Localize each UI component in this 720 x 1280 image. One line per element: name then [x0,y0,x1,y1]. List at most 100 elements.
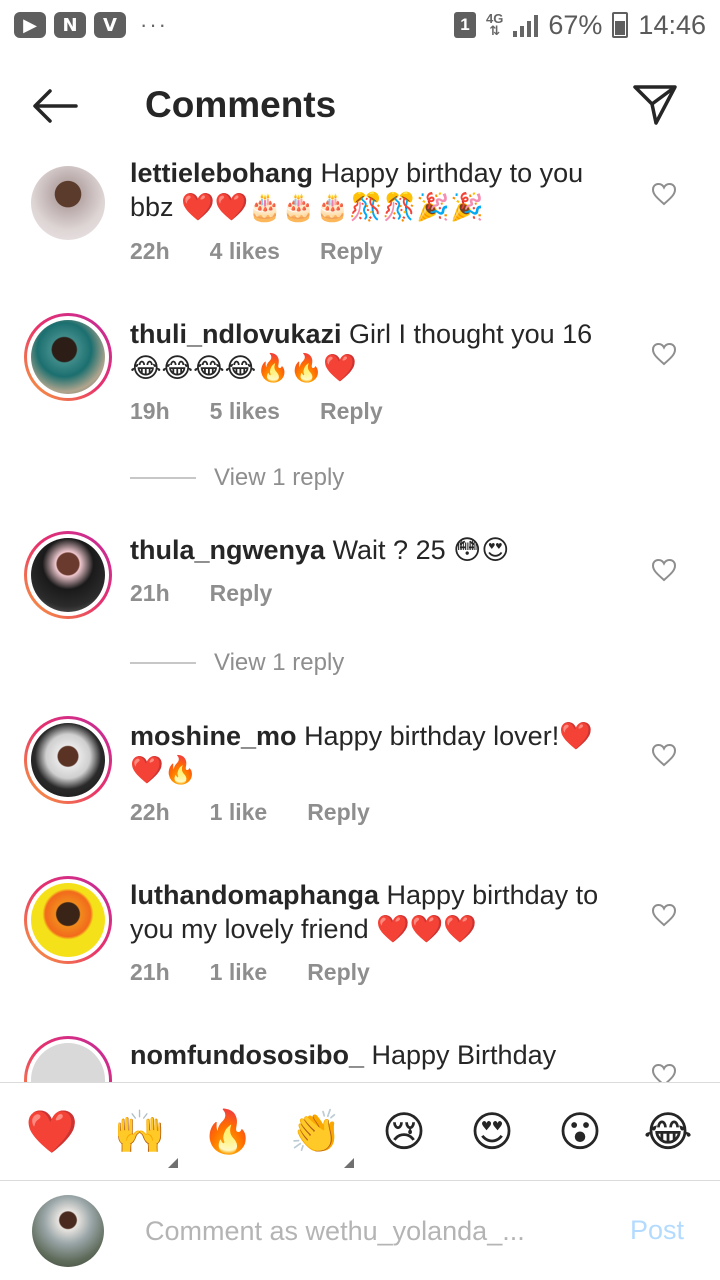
view-replies-label: View 1 reply [214,649,345,676]
comment-username[interactable]: lettielebohang [130,158,313,188]
comments-list[interactable]: lettielebohang Happy birthday to you bbz… [0,150,720,1082]
status-bar-notifications: ▶ N V ··· [14,12,168,38]
comment-meta: 21h 1 like Reply [130,959,370,986]
like-comment-button[interactable] [651,743,677,767]
comment-username[interactable]: thula_ngwenya [130,535,325,565]
share-button[interactable] [630,82,680,128]
status-bar: ▶ N V ··· 1 4G ⇅ 67% 14:46 [0,0,720,50]
sim-badge: 1 [454,12,477,38]
comment-likes[interactable]: 1 like [210,959,268,986]
v-app-notification-icon: V [94,12,126,38]
raising-hands-emoji-button[interactable]: 🙌 [110,1102,178,1168]
avatar[interactable] [24,159,112,247]
reply-button[interactable]: Reply [320,238,383,265]
comment-text: thula_ngwenya Wait ? 25 😳😍 [130,533,620,567]
view-replies-divider [130,477,196,479]
comment-item: thuli_ndlovukazi Girl I thought you 16😂😂… [0,312,720,492]
like-comment-button[interactable] [651,558,677,582]
comment-meta: 22h 1 like Reply [130,799,370,826]
heart-outline-icon [651,558,677,582]
avatar[interactable] [24,531,112,619]
comment-time: 22h [130,238,170,264]
comment-composer: Post [0,1180,720,1280]
comment-body: Happy Birthday [371,1040,557,1070]
comments-header: Comments [0,70,720,142]
like-comment-button[interactable] [651,342,677,366]
heart-outline-icon [651,1063,677,1082]
heart-emoji-button[interactable]: ❤️ [22,1102,82,1162]
fire-emoji-button[interactable]: 🔥 [198,1102,258,1162]
heart-outline-icon [651,342,677,366]
comment-item: luthandomaphanga Happy birthday to you m… [0,875,720,1035]
like-comment-button[interactable] [651,903,677,927]
raising-hands-emoji: 🙌 [113,1106,167,1156]
view-replies-button[interactable]: View 1 reply [130,649,344,677]
direct-message-icon [633,85,677,125]
like-comment-button[interactable] [651,1063,677,1082]
skin-tone-indicator-icon [344,1157,354,1168]
quick-emoji-bar: ❤️ 🙌 🔥 👏 😢 😍 😮 😂 [0,1082,720,1180]
back-arrow-icon [33,89,78,123]
comment-likes[interactable]: 4 likes [210,238,280,265]
post-button[interactable]: Post [630,1215,684,1246]
current-user-avatar [32,1195,104,1267]
network-type-indicator: 4G ⇅ [486,12,503,38]
reply-button[interactable]: Reply [307,799,370,826]
comment-username[interactable]: thuli_ndlovukazi [130,319,342,349]
clapping-emoji: 👏 [289,1106,343,1156]
clock: 14:46 [638,9,706,40]
back-button[interactable] [30,86,80,126]
laughing-emoji-button[interactable]: 😂 [638,1102,698,1162]
avatar[interactable] [24,876,112,964]
comment-likes[interactable]: 1 like [210,799,268,826]
comment-item: thula_ngwenya Wait ? 25 😳😍 21h Reply Vie… [0,530,720,680]
view-replies-divider [130,662,196,664]
view-replies-button[interactable]: View 1 reply [130,464,344,492]
crying-emoji-button[interactable]: 😢 [374,1102,434,1162]
comment-meta: 22h 4 likes Reply [130,238,383,265]
comment-text: moshine_mo Happy birthday lover!❤️❤️🔥 [130,719,620,787]
comment-text: nomfundososibo_ Happy Birthday [130,1038,620,1072]
comment-item: nomfundososibo_ Happy Birthday [0,1035,720,1082]
battery-percentage: 67% [548,9,603,40]
comment-text: luthandomaphanga Happy birthday to you m… [130,878,620,946]
reply-button[interactable]: Reply [320,398,383,425]
comment-likes[interactable]: 5 likes [210,398,280,425]
battery-icon [612,12,629,38]
reply-button[interactable]: Reply [210,580,273,607]
n-app-notification-icon: N [54,12,86,38]
status-bar-system: 1 4G ⇅ 67% 14:46 [454,10,706,41]
avatar[interactable] [24,313,112,401]
page-title: Comments [145,84,337,125]
comment-time: 21h [130,580,170,606]
reply-button[interactable]: Reply [307,959,370,986]
avatar[interactable] [24,1036,112,1082]
comment-input[interactable] [145,1211,545,1251]
comment-time: 22h [130,799,170,825]
clapping-emoji-button[interactable]: 👏 [286,1102,354,1168]
skin-tone-indicator-icon [168,1157,178,1168]
comment-item: moshine_mo Happy birthday lover!❤️❤️🔥 22… [0,715,720,875]
comment-item: lettielebohang Happy birthday to you bbz… [0,150,720,310]
comment-time: 21h [130,959,170,985]
comment-meta: 21h Reply [130,580,272,607]
comment-time: 19h [130,398,170,424]
heart-eyes-emoji-button[interactable]: 😍 [462,1102,522,1162]
heart-outline-icon [651,903,677,927]
youtube-notification-icon: ▶ [14,12,46,38]
comment-username[interactable]: nomfundososibo_ [130,1040,364,1070]
comment-text: thuli_ndlovukazi Girl I thought you 16😂😂… [130,317,620,385]
comment-body: Wait ? 25 😳😍 [332,535,510,565]
more-notifications-icon: ··· [140,12,168,37]
surprised-emoji-button[interactable]: 😮 [550,1102,610,1162]
comment-text: lettielebohang Happy birthday to you bbz… [130,156,620,224]
comment-username[interactable]: moshine_mo [130,721,297,751]
like-comment-button[interactable] [651,182,677,206]
avatar[interactable] [24,716,112,804]
comment-username[interactable]: luthandomaphanga [130,880,379,910]
signal-strength-icon [513,13,539,37]
heart-outline-icon [651,182,677,206]
comment-meta: 19h 5 likes Reply [130,398,383,425]
view-replies-label: View 1 reply [214,464,345,491]
data-activity-icon: ⇅ [489,23,501,38]
